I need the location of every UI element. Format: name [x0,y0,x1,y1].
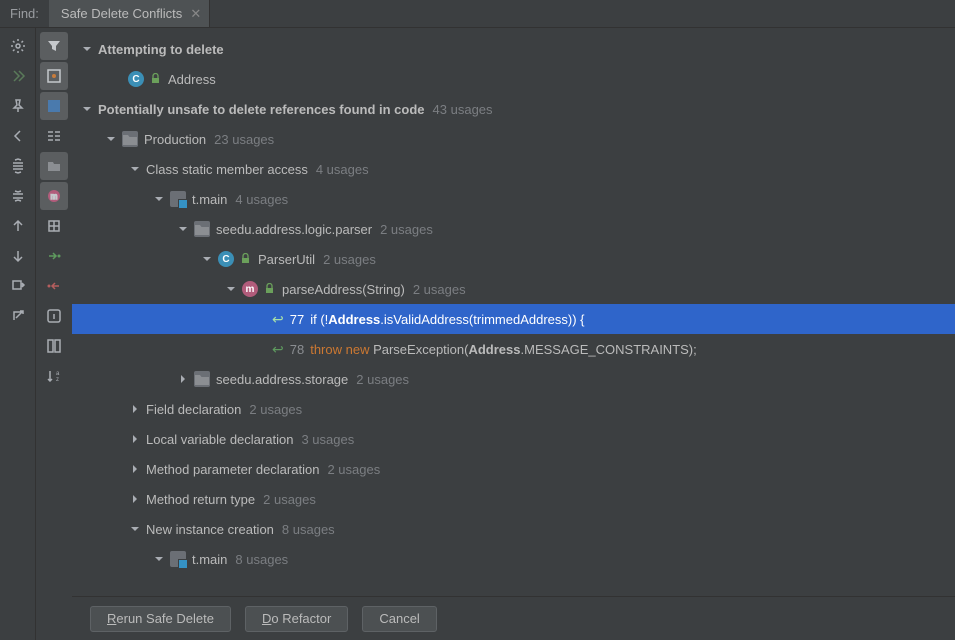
collapse-all-icon[interactable] [4,182,32,210]
find-tab[interactable]: Safe Delete Conflicts ✕ [49,0,210,27]
group-module-icon[interactable] [40,92,68,120]
tree-node-field-decl[interactable]: Field declaration 2 usages [72,394,955,424]
open-new-icon[interactable] [4,302,32,330]
package-icon [194,371,210,387]
top-bar: Find: Safe Delete Conflicts ✕ [0,0,955,28]
chevron-right-icon [176,372,190,386]
toolbar-primary [0,28,36,640]
results-tree[interactable]: Attempting to delete C Address Potential… [72,28,955,596]
module-icon [170,191,186,207]
tree-node-pkg-storage[interactable]: seedu.address.storage 2 usages [72,364,955,394]
cancel-button[interactable]: Cancel [362,606,436,632]
tree-node-unsafe[interactable]: Potentially unsafe to delete references … [72,94,955,124]
tree-node-tmain[interactable]: t.main 4 usages [72,184,955,214]
sort-alpha-icon[interactable]: az [40,362,68,390]
tree-node-class-static[interactable]: Class static member access 4 usages [72,154,955,184]
tree-node-parserutil[interactable]: C ParserUtil 2 usages [72,244,955,274]
rerun-safe-delete-button[interactable]: Rerun Safe Delete [90,606,231,632]
svg-text:m: m [51,192,58,201]
group-flatten-icon[interactable] [40,122,68,150]
arrow-down-icon[interactable] [4,242,32,270]
folder-icon [122,131,138,147]
package-icon [194,221,210,237]
tree-node-parseaddress[interactable]: m parseAddress(String) 2 usages [72,274,955,304]
method-icon: m [242,281,258,297]
module-icon [170,551,186,567]
toolbar-secondary: m az [36,28,72,640]
pin-icon[interactable] [4,92,32,120]
settings-icon[interactable] [4,32,32,60]
class-icon: C [218,251,234,267]
group-file-icon[interactable] [40,212,68,240]
tab-title: Safe Delete Conflicts [61,6,182,21]
svg-text:z: z [56,377,59,383]
tree-node-new-instance[interactable]: New instance creation 8 usages [72,514,955,544]
tree-node-pkg-parser[interactable]: seedu.address.logic.parser 2 usages [72,214,955,244]
scope-icon[interactable] [40,62,68,90]
tree-node-method-param[interactable]: Method parameter declaration 2 usages [72,454,955,484]
chevron-down-icon [152,552,166,566]
do-refactor-button[interactable]: Do Refactor [245,606,348,632]
chevron-right-icon [128,492,142,506]
close-icon[interactable]: ✕ [190,6,201,22]
tree-node-production[interactable]: Production 23 usages [72,124,955,154]
return-icon: ↩ [272,311,284,328]
tree-node-tmain2[interactable]: t.main 8 usages [72,544,955,574]
group-package-icon[interactable]: m [40,182,68,210]
arrow-up-icon[interactable] [4,212,32,240]
return-icon: ↩ [272,341,284,358]
lock-icon [240,253,252,265]
tree-node-class-address[interactable]: C Address [72,64,955,94]
chevron-down-icon [104,132,118,146]
filter-icon[interactable] [40,32,68,60]
lock-icon [150,73,162,85]
chevron-down-icon [176,222,190,236]
group-directory-icon[interactable] [40,152,68,180]
tree-node-local-var[interactable]: Local variable declaration 3 usages [72,424,955,454]
prev-icon[interactable] [4,122,32,150]
autoscroll-source-icon[interactable] [40,242,68,270]
autoscroll-from-icon[interactable] [40,272,68,300]
chevron-right-icon [128,432,142,446]
tree-node-usage-line77[interactable]: ↩ 77 if (!Address.isValidAddress(trimmed… [72,304,955,334]
chevron-down-icon [128,522,142,536]
chevron-down-icon [80,42,94,56]
chevron-down-icon [224,282,238,296]
expand-all-icon[interactable] [4,152,32,180]
tree-node-attempting[interactable]: Attempting to delete [72,34,955,64]
chevron-down-icon [152,192,166,206]
chevron-right-icon [128,402,142,416]
chevron-down-icon [80,102,94,116]
lock-icon [264,283,276,295]
info-icon[interactable] [40,302,68,330]
tree-node-method-ret[interactable]: Method return type 2 usages [72,484,955,514]
chevron-right-icon [128,462,142,476]
class-icon: C [128,71,144,87]
chevron-down-icon [128,162,142,176]
chevron-down-icon [200,252,214,266]
button-bar: Rerun Safe Delete Do Refactor Cancel [72,596,955,640]
preview-icon[interactable] [40,332,68,360]
export-icon[interactable] [4,272,32,300]
find-label: Find: [0,0,49,27]
rerun-icon[interactable] [4,62,32,90]
tree-node-usage-line78[interactable]: ↩ 78 throw new ParseException(Address.ME… [72,334,955,364]
